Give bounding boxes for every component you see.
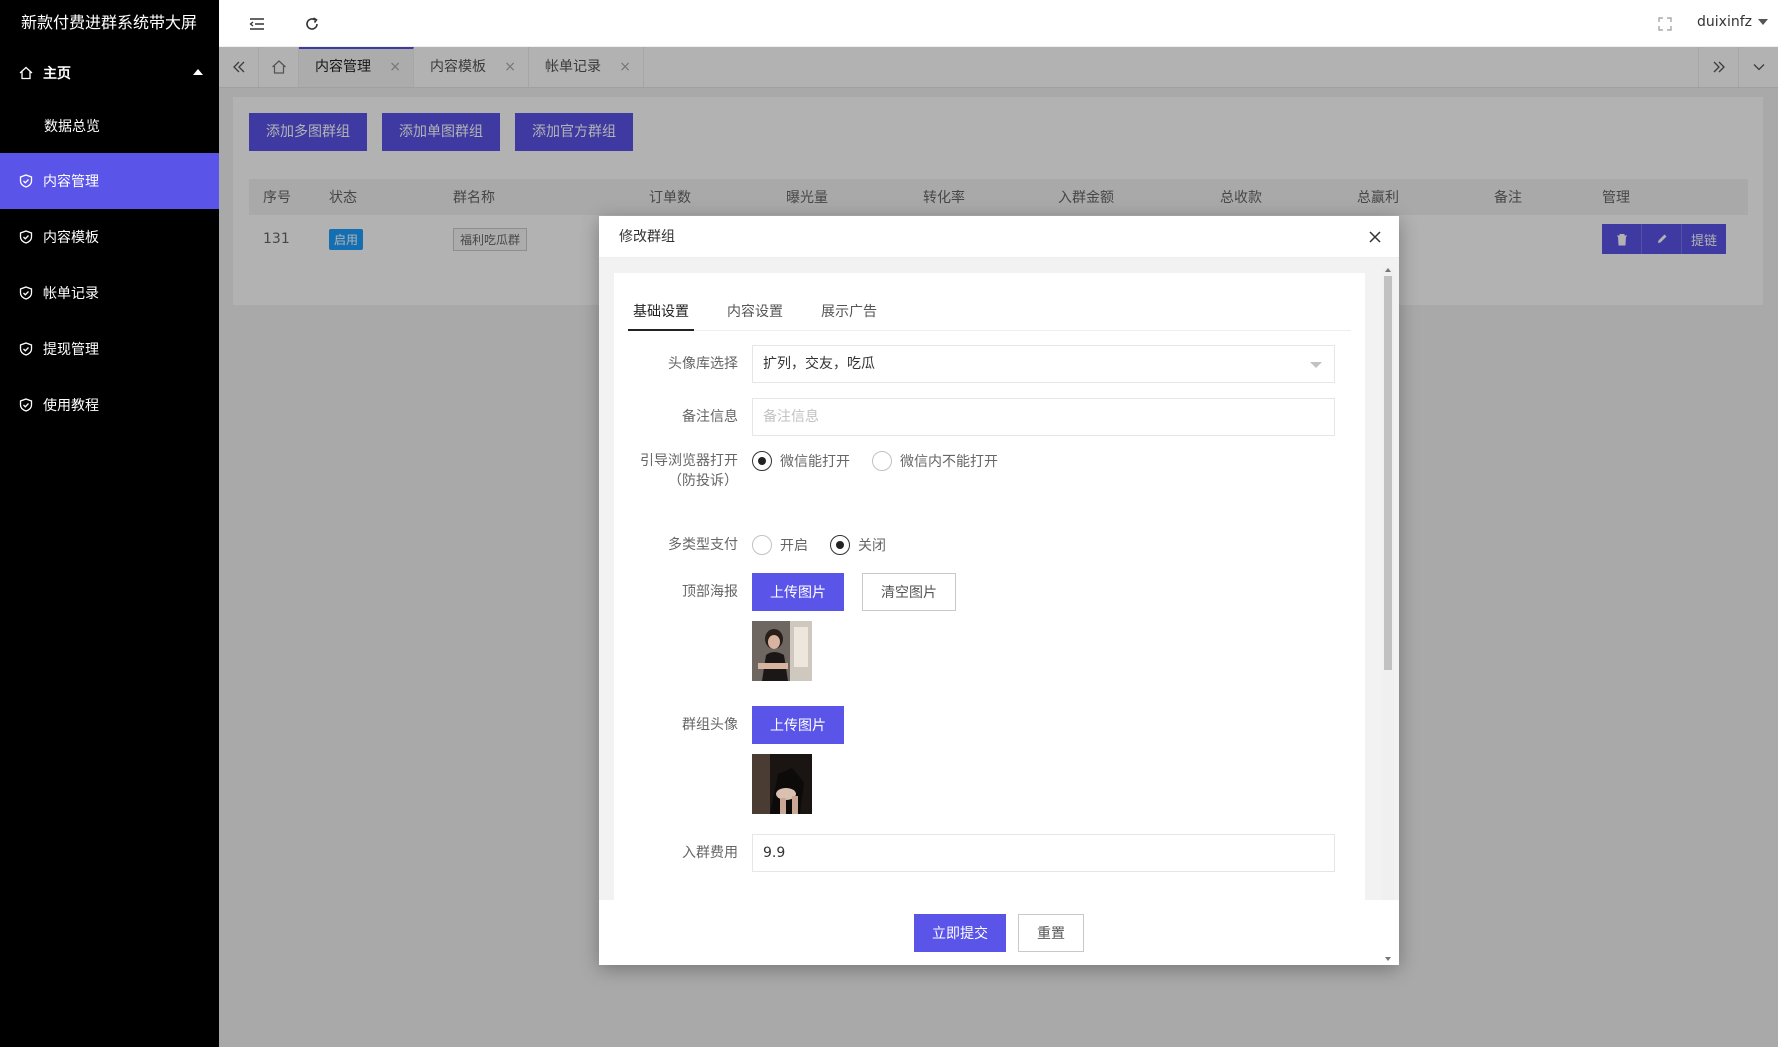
top-poster-row: 顶部海报 上传图片 清空图片 — [628, 573, 1351, 693]
tab-content-settings[interactable]: 内容设置 — [722, 293, 788, 331]
remark-input[interactable] — [752, 398, 1335, 436]
browser-guide-row: 引导浏览器打开（防投诉） 微信能打开 微信内不能打开 — [628, 451, 1351, 511]
sidebar-item-tutorial[interactable]: 使用教程 — [0, 377, 219, 433]
radio-label: 开启 — [780, 538, 808, 554]
radio-enable[interactable]: 开启 — [752, 535, 808, 555]
home-icon — [18, 65, 34, 81]
multi-pay-radio-group: 开启 关闭 — [752, 535, 908, 555]
tab-display-ads[interactable]: 展示广告 — [816, 293, 882, 331]
clear-poster-button[interactable]: 清空图片 — [862, 573, 956, 611]
sidebar-item-label: 提现管理 — [43, 342, 99, 358]
field-label: 多类型支付 — [668, 537, 738, 553]
radio-label: 微信内不能打开 — [900, 454, 998, 470]
field-label: 引导浏览器打开（防投诉） — [640, 453, 738, 489]
shield-check-icon — [18, 341, 34, 357]
close-icon[interactable]: × — [389, 49, 401, 85]
shield-check-icon — [18, 229, 34, 245]
form-tabs: 基础设置 内容设置 展示广告 — [628, 293, 1351, 331]
form-card: 基础设置 内容设置 展示广告 头像库选择 扩列，交友，吃瓜 备注信息 引导浏览器… — [614, 273, 1365, 900]
radio-unchecked-icon — [752, 535, 772, 555]
sidebar-item-overview[interactable]: 数据总览 — [0, 101, 219, 153]
sidebar-item-label: 内容模板 — [43, 230, 99, 246]
tabs-scroll-left-icon[interactable] — [219, 47, 259, 87]
fee-row: 入群费用 9.9 — [628, 834, 1351, 872]
user-menu[interactable]: duixinfz — [1697, 14, 1768, 30]
tab-content-management[interactable]: 内容管理 × — [299, 47, 414, 87]
sidebar-item-label: 使用教程 — [43, 398, 99, 414]
field-label: 备注信息 — [682, 409, 738, 425]
field-label: 群组头像 — [682, 717, 738, 733]
avatar-thumbnail — [752, 754, 812, 814]
tab-basic-settings[interactable]: 基础设置 — [628, 293, 694, 331]
tab-label: 内容管理 — [315, 59, 371, 75]
field-label: 入群费用 — [682, 845, 738, 861]
username: duixinfz — [1697, 14, 1752, 30]
upload-avatar-button[interactable]: 上传图片 — [752, 706, 844, 744]
tab-bill-records[interactable]: 帐单记录 × — [529, 47, 644, 87]
radio-label: 微信能打开 — [780, 454, 850, 470]
radio-unchecked-icon — [872, 451, 892, 471]
shield-check-icon — [18, 285, 34, 301]
reset-button[interactable]: 重置 — [1018, 913, 1084, 952]
modal-footer: 立即提交 重置 — [599, 900, 1399, 965]
submit-button[interactable]: 立即提交 — [914, 913, 1006, 952]
radio-wechat-cannot-open[interactable]: 微信内不能打开 — [872, 451, 998, 471]
collapse-menu-icon[interactable] — [246, 13, 268, 35]
tab-bar: 内容管理 × 内容模板 × 帐单记录 × — [219, 47, 1778, 88]
modal-title: 修改群组 — [599, 216, 1399, 258]
top-header: duixinfz — [219, 0, 1778, 47]
tab-label: 帐单记录 — [545, 59, 601, 75]
sidebar-item-bills[interactable]: 帐单记录 — [0, 265, 219, 321]
radio-disable[interactable]: 关闭 — [830, 535, 886, 555]
input-value: 9.9 — [763, 845, 786, 861]
modal-scrollbar[interactable] — [1382, 268, 1394, 900]
caret-up-icon — [193, 69, 203, 75]
app-title: 新款付费进群系统带大屏 — [21, 13, 198, 32]
sidebar-item-label: 主页 — [43, 66, 71, 82]
sidebar-item-template[interactable]: 内容模板 — [0, 209, 219, 265]
home-tab-icon[interactable] — [259, 47, 299, 87]
radio-checked-icon — [752, 451, 772, 471]
close-icon[interactable]: × — [504, 47, 516, 87]
browser-radio-group: 微信能打开 微信内不能打开 — [752, 451, 1020, 471]
tab-label: 内容模板 — [430, 59, 486, 75]
refresh-icon[interactable] — [301, 13, 323, 35]
upload-poster-button[interactable]: 上传图片 — [752, 573, 844, 611]
modal-body: 基础设置 内容设置 展示广告 头像库选择 扩列，交友，吃瓜 备注信息 引导浏览器… — [599, 258, 1399, 900]
fullscreen-icon[interactable] — [1654, 13, 1676, 35]
sidebar-item-label: 内容管理 — [43, 174, 99, 190]
shield-check-icon — [18, 173, 34, 189]
radio-wechat-can-open[interactable]: 微信能打开 — [752, 451, 850, 471]
select-value: 扩列，交友，吃瓜 — [763, 356, 875, 372]
avatar-library-row: 头像库选择 扩列，交友，吃瓜 — [628, 345, 1351, 383]
avatar-library-select[interactable]: 扩列，交友，吃瓜 — [752, 345, 1335, 383]
scroll-up-icon[interactable] — [1385, 268, 1391, 272]
tabs-scroll-right-icon[interactable] — [1698, 47, 1738, 87]
entry-fee-input[interactable]: 9.9 — [752, 834, 1335, 872]
sidebar-item-withdraw[interactable]: 提现管理 — [0, 321, 219, 377]
chevron-down-icon — [1310, 362, 1322, 368]
radio-label: 关闭 — [858, 538, 886, 554]
scrollbar-thumb[interactable] — [1384, 276, 1392, 670]
group-avatar-row: 群组头像 上传图片 — [628, 706, 1351, 816]
field-label: 顶部海报 — [682, 584, 738, 600]
poster-thumbnail — [752, 621, 812, 681]
radio-checked-icon — [830, 535, 850, 555]
sidebar: 新款付费进群系统带大屏 主页 数据总览 内容管理 内容模板 帐单记录 提现管理 — [0, 0, 219, 1047]
shield-check-icon — [18, 397, 34, 413]
sidebar-item-home[interactable]: 主页 — [0, 45, 219, 101]
close-icon[interactable]: × — [619, 47, 631, 87]
tab-content-template[interactable]: 内容模板 × — [414, 47, 529, 87]
close-icon[interactable] — [1365, 227, 1385, 247]
remark-row: 备注信息 — [628, 398, 1351, 436]
sidebar-item-label: 帐单记录 — [43, 286, 99, 302]
edit-group-modal: 修改群组 基础设置 内容设置 展示广告 头像库选择 扩列，交友，吃瓜 备注信息 — [599, 216, 1399, 965]
field-label: 头像库选择 — [668, 356, 738, 372]
chevron-down-icon — [1758, 19, 1768, 25]
tabs-menu-chevron-down-icon[interactable] — [1738, 47, 1778, 87]
sidebar-item-content[interactable]: 内容管理 — [0, 153, 219, 209]
multi-pay-row: 多类型支付 开启 关闭 — [628, 533, 1351, 557]
